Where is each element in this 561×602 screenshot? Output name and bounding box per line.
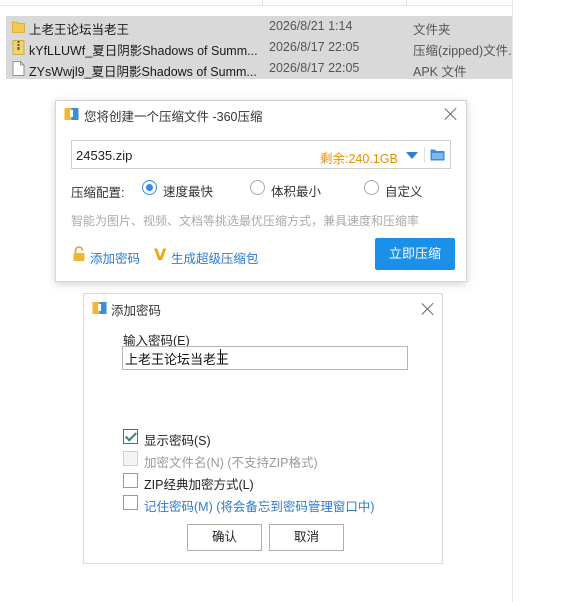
text-caret — [220, 349, 221, 364]
dialog-title: 添加密码 — [111, 304, 162, 318]
radio-button[interactable] — [142, 180, 157, 195]
dialog-title: 您将创建一个压缩文件 -360压缩 — [84, 110, 263, 124]
add-password-label[interactable]: 添加密码 — [90, 248, 140, 267]
free-space-label: 剩余:240.1GB — [320, 152, 398, 166]
checkbox[interactable] — [123, 429, 138, 444]
remember-password-label: 记住密码(M) — [144, 500, 213, 514]
checkbox[interactable] — [123, 495, 138, 510]
dialog-titlebar[interactable]: 您将创建一个压缩文件 -360压缩 — [56, 101, 466, 126]
checkbox[interactable] — [123, 451, 138, 466]
radio-label: 速度最快 — [163, 185, 214, 199]
vip-v-icon: V — [154, 245, 167, 264]
close-icon[interactable] — [421, 302, 435, 316]
checkbox[interactable] — [123, 473, 138, 488]
radio-button[interactable] — [364, 180, 379, 195]
dialog-titlebar[interactable]: 添加密码 — [84, 294, 442, 322]
password-input[interactable] — [122, 346, 408, 370]
column-separator[interactable] — [262, 0, 263, 5]
file-name: ZYsWwjl9_夏日阴影Shadows of Summ... — [29, 65, 257, 79]
archive-path-field[interactable]: 24535.zip 剩余:240.1GB — [71, 140, 451, 169]
file-date: 2026/8/17 22:05 — [269, 61, 360, 75]
chevron-down-icon[interactable] — [406, 152, 418, 159]
compress-dialog: 您将创建一个压缩文件 -360压缩 24535.zip 剩余:240.1GB 压… — [55, 100, 467, 282]
checkbox-label: 记住密码(M) (将会备忘到密码管理窗口中) — [144, 496, 375, 515]
cancel-button[interactable]: 取消 — [269, 524, 344, 551]
file-type: 文件夹 — [413, 23, 451, 37]
file-row[interactable]: ZYsWwjl9_夏日阴影Shadows of Summ... 2026/8/1… — [6, 58, 512, 79]
apk-file-icon — [12, 61, 25, 76]
file-row[interactable]: 上老王论坛当老王 2026/8/21 1:14 文件夹 — [6, 16, 512, 37]
radio-label: 自定义 — [385, 185, 423, 199]
pane-border — [512, 0, 513, 602]
column-separator[interactable] — [406, 0, 407, 5]
compress-hint: 智能为图片、视频、文档等挑选最优压缩方式，兼具速度和压缩率 — [71, 214, 420, 228]
radio-button[interactable] — [250, 180, 265, 195]
field-divider — [424, 147, 425, 163]
zip-file-icon — [12, 40, 25, 55]
checkbox-label: ZIP经典加密方式(L) — [144, 478, 254, 492]
compress-now-button[interactable]: 立即压缩 — [375, 238, 455, 270]
file-name: 上老王论坛当老王 — [29, 23, 130, 37]
password-dialog: 添加密码 输入密码(E) 显示密码(S) 加密文件名(N) (不支持ZIP格式)… — [83, 293, 443, 564]
encrypt-filenames-label: 加密文件名(N) — [144, 456, 224, 470]
file-date: 2026/8/21 1:14 — [269, 19, 353, 33]
file-type: 压缩(zipped)文件... — [413, 44, 512, 58]
file-row[interactable]: kYfLLUWf_夏日阴影Shadows of Summ... 2026/8/1… — [6, 37, 512, 58]
radio-label: 体积最小 — [271, 185, 322, 199]
archive-app-icon — [64, 108, 79, 120]
folder-icon — [12, 21, 25, 33]
file-date: 2026/8/17 22:05 — [269, 40, 360, 54]
checkbox-label: 显示密码(S) — [144, 434, 211, 448]
folder-browse-icon[interactable] — [430, 148, 445, 161]
close-icon[interactable] — [444, 107, 458, 121]
super-pack-label[interactable]: 生成超级压缩包 — [171, 248, 259, 267]
file-type: APK 文件 — [413, 65, 467, 79]
checkbox-label: 加密文件名(N) (不支持ZIP格式) — [144, 452, 318, 471]
lock-icon — [73, 246, 85, 261]
remember-password-note: (将会备忘到密码管理窗口中) — [216, 500, 375, 514]
column-header — [0, 0, 512, 6]
archive-filename[interactable]: 24535.zip — [76, 148, 132, 163]
ok-button[interactable]: 确认 — [187, 524, 262, 551]
file-name: kYfLLUWf_夏日阴影Shadows of Summ... — [29, 44, 258, 58]
compress-config-label: 压缩配置: — [71, 186, 125, 200]
encrypt-filenames-note: (不支持ZIP格式) — [227, 456, 318, 470]
archive-app-icon — [92, 302, 107, 314]
